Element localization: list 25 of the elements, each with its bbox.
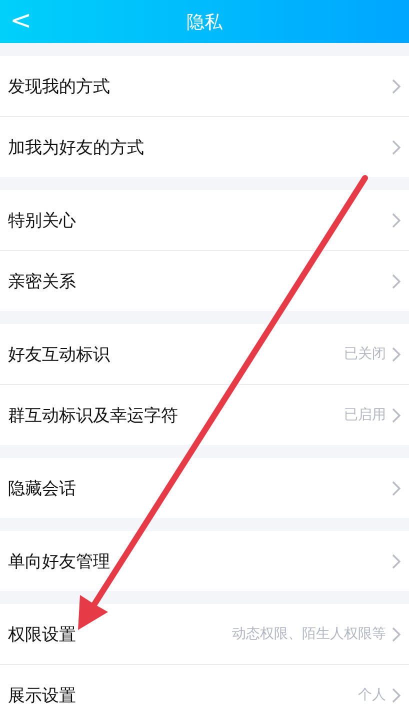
- chevron-right-icon: [392, 626, 401, 642]
- setting-label[interactable]: 加我为好友的方式: [8, 136, 392, 158]
- chevron-right-icon: [392, 78, 401, 94]
- setting-label[interactable]: 权限设置: [8, 622, 232, 646]
- chevron-right-icon: [392, 274, 401, 288]
- setting-label[interactable]: 展示设置: [8, 684, 358, 706]
- setting-label[interactable]: 单向好友管理: [8, 550, 392, 572]
- setting-label[interactable]: 群互动标识及幸运字符: [8, 404, 344, 426]
- chevron-right-icon: [392, 688, 401, 702]
- setting-value: 动态权限、陌生人权限等: [232, 625, 386, 643]
- setting-value: 已启用: [344, 406, 386, 424]
- chevron-right-icon: [392, 408, 401, 422]
- chevron-right-icon: [392, 554, 401, 568]
- chevron-right-icon: [392, 212, 401, 228]
- setting-label[interactable]: 发现我的方式: [8, 74, 392, 98]
- page-title: 隐私: [186, 10, 222, 34]
- chevron-right-icon: [392, 346, 401, 362]
- setting-value: 已关闭: [344, 345, 386, 363]
- setting-value: 个人: [358, 686, 386, 704]
- chevron-right-icon: [392, 480, 401, 496]
- setting-label[interactable]: 特别关心: [8, 208, 392, 232]
- chevron-right-icon: [392, 140, 401, 154]
- setting-label[interactable]: 亲密关系: [8, 270, 392, 292]
- setting-label[interactable]: 好友互动标识: [8, 342, 344, 366]
- setting-label[interactable]: 隐藏会话: [8, 476, 392, 500]
